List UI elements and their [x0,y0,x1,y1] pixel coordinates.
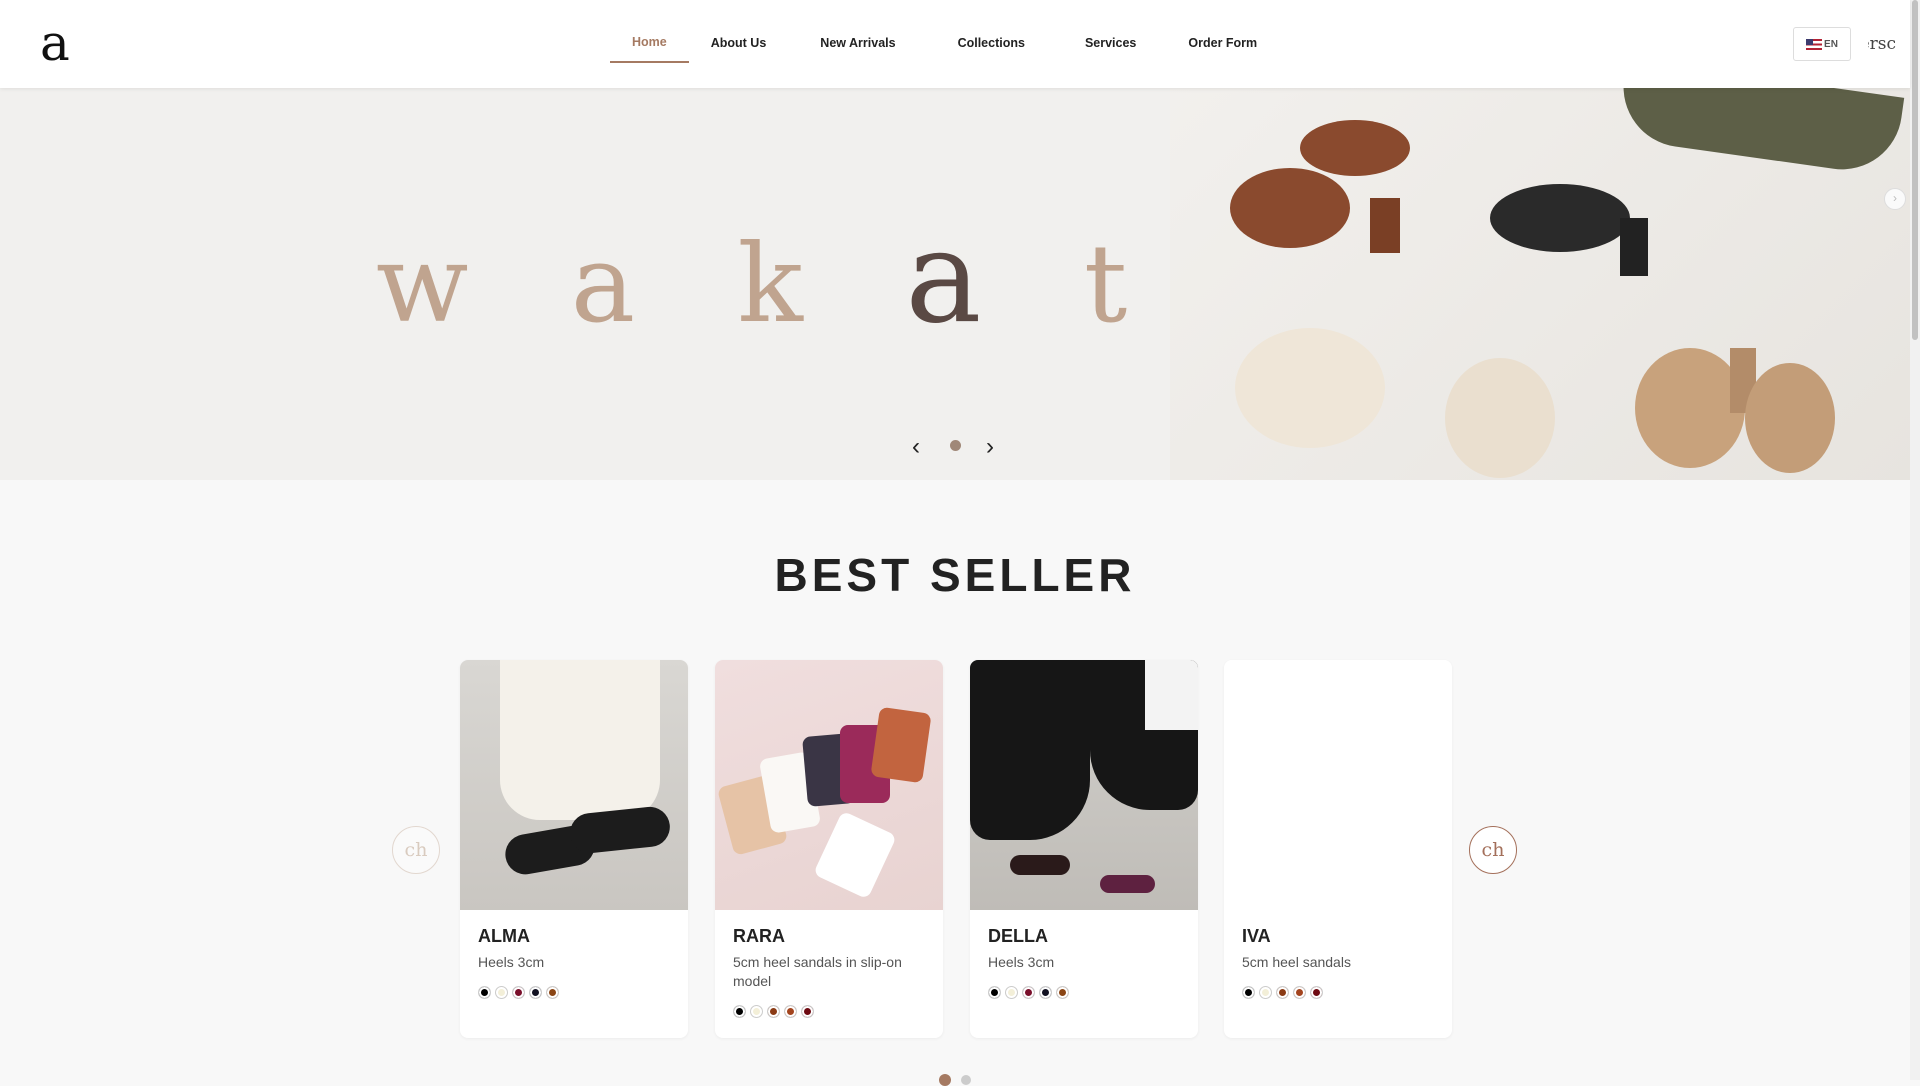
nav-new-arrivals[interactable]: New Arrivals [788,0,927,88]
color-swatches [478,986,559,999]
color-swatches [733,1005,814,1018]
site-logo[interactable]: a [40,18,70,68]
color-swatch-maroon[interactable] [512,986,525,999]
product-name[interactable]: DELLA [988,926,1048,947]
hero-slide-indicator[interactable] [950,440,961,451]
nav-home[interactable]: Home [610,0,689,88]
product-card-della[interactable]: DELLA Heels 3cm [970,660,1198,1038]
color-swatch-brown[interactable] [1276,986,1289,999]
product-description: Heels 3cm [478,954,545,970]
product-name[interactable]: ALMA [478,926,530,947]
hero-slider: w a k a t a › ‹ › [0,88,1910,480]
best-seller-prev-button[interactable]: ch [392,826,440,874]
sandals-illustration [1230,120,1835,478]
best-seller-heading: BEST SELLER [774,549,1136,601]
color-swatch-cream[interactable] [1005,986,1018,999]
color-swatch-burgundy[interactable] [801,1005,814,1018]
color-swatch-brown[interactable] [546,986,559,999]
carousel-page-dot-active[interactable] [939,1074,951,1086]
product-card-iva[interactable]: IVA 5cm heel sandals [1224,660,1452,1038]
product-card-alma[interactable]: ALMA Heels 3cm [460,660,688,1038]
color-swatch-maroon[interactable] [1022,986,1035,999]
hero-sandals-photo [1170,88,1910,480]
color-swatches [988,986,1069,999]
hero-side-next-button[interactable]: › [1884,188,1906,210]
product-description: Heels 3cm [988,954,1055,970]
color-swatch-rust[interactable] [1293,986,1306,999]
color-swatch-navy[interactable] [1039,986,1052,999]
color-swatch-brown[interactable] [1056,986,1069,999]
header-clipped-text: ersc [1868,34,1896,54]
nav-about-us[interactable]: About Us [689,0,789,88]
nav-services[interactable]: Services [1055,0,1166,88]
nav-order-form[interactable]: Order Form [1166,0,1279,88]
color-swatch-black[interactable] [1242,986,1255,999]
color-swatch-black[interactable] [478,986,491,999]
carousel-page-dot[interactable] [961,1075,971,1085]
color-swatch-navy[interactable] [529,986,542,999]
page-scrollbar[interactable] [1910,0,1920,1080]
product-image[interactable] [1224,660,1452,910]
color-swatch-brown[interactable] [767,1005,780,1018]
color-swatch-black[interactable] [988,986,1001,999]
product-name[interactable]: RARA [733,926,785,947]
color-swatch-cream[interactable] [750,1005,763,1018]
scrollbar-thumb[interactable] [1912,0,1918,340]
product-name[interactable]: IVA [1242,926,1271,947]
product-image[interactable] [460,660,688,910]
main-nav: Home About Us New Arrivals Collections S… [610,0,1279,88]
product-card-rara[interactable]: RARA 5cm heel sandals in slip-on model [715,660,943,1038]
language-label: EN [1824,38,1838,50]
product-description: 5cm heel sandals in slip-on model [733,954,902,989]
hero-prev-button[interactable]: ‹ [912,433,920,461]
hero-next-button[interactable]: › [986,433,994,461]
color-swatches [1242,986,1323,999]
color-swatch-cream[interactable] [495,986,508,999]
product-image[interactable] [970,660,1198,910]
us-flag-icon [1806,38,1823,50]
color-swatch-cream[interactable] [1259,986,1272,999]
site-header: a Home About Us New Arrivals Collections… [0,0,1910,88]
product-image[interactable] [715,660,943,910]
color-swatch-rust[interactable] [784,1005,797,1018]
nav-collections[interactable]: Collections [928,0,1055,88]
color-swatch-black[interactable] [733,1005,746,1018]
product-description: 5cm heel sandals [1242,954,1351,970]
color-swatch-burgundy[interactable] [1310,986,1323,999]
language-switcher[interactable]: EN [1793,27,1851,61]
best-seller-next-button[interactable]: ch [1469,826,1517,874]
